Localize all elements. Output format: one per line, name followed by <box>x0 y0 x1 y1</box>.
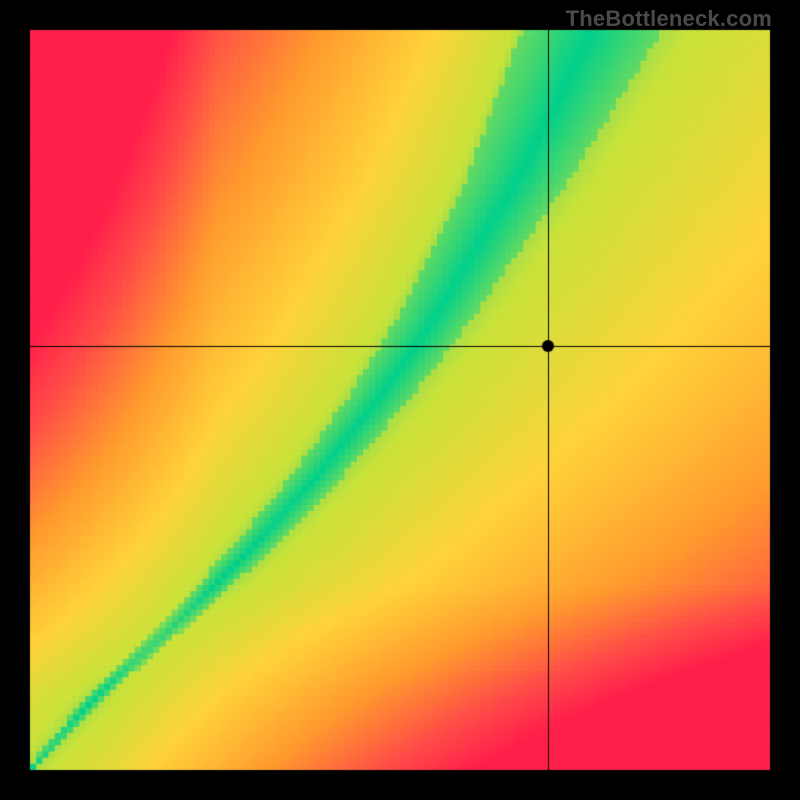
watermark-text: TheBottleneck.com <box>566 6 772 32</box>
bottleneck-heatmap <box>0 0 800 800</box>
chart-container: TheBottleneck.com <box>0 0 800 800</box>
